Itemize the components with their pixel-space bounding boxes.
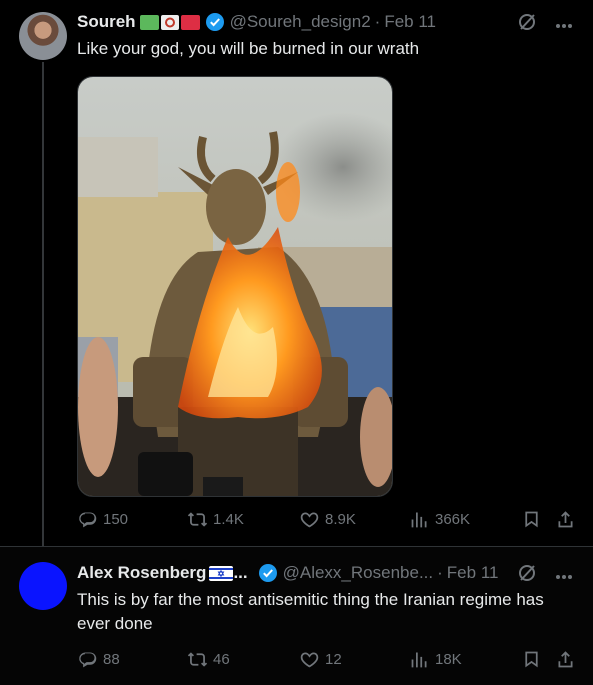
tweet-header: Soureh @Soureh_design2 · Feb 11 bbox=[77, 11, 436, 33]
views-button[interactable]: 18K bbox=[409, 649, 462, 670]
more-icon[interactable] bbox=[555, 16, 573, 34]
grok-icon[interactable] bbox=[517, 12, 537, 37]
reply-icon bbox=[79, 512, 97, 528]
flag-emoji-icons bbox=[139, 14, 201, 31]
repost-button[interactable]: 46 bbox=[187, 649, 230, 670]
bookmark-icon bbox=[525, 511, 538, 528]
grok-icon[interactable] bbox=[517, 563, 537, 588]
reply-button[interactable]: 150 bbox=[77, 509, 128, 530]
like-button[interactable]: 12 bbox=[299, 649, 342, 670]
bookmark-button[interactable] bbox=[521, 509, 542, 530]
author-handle[interactable]: @Alexx_Rosenbe... bbox=[283, 562, 434, 584]
tweet-text: This is by far the most antisemitic thin… bbox=[77, 590, 544, 633]
israel-flag-icon bbox=[209, 565, 234, 582]
author-handle[interactable]: @Soureh_design2 bbox=[230, 11, 371, 33]
views-count: 366K bbox=[435, 511, 471, 528]
separator-dot: · bbox=[437, 563, 443, 582]
repost-button[interactable]: 1.4K bbox=[187, 509, 244, 530]
bookmark-icon bbox=[525, 651, 538, 668]
reply-button[interactable]: 88 bbox=[77, 649, 120, 670]
like-button[interactable]: 8.9K bbox=[299, 509, 356, 530]
reply-icon bbox=[79, 652, 97, 668]
reply-count: 88 bbox=[103, 651, 120, 668]
repost-icon bbox=[187, 512, 208, 527]
like-count: 12 bbox=[325, 651, 342, 668]
tweet-top-icons bbox=[517, 12, 573, 37]
repost-count: 1.4K bbox=[213, 511, 244, 528]
views-count: 18K bbox=[435, 651, 462, 668]
tweet-date[interactable]: Feb 11 bbox=[384, 11, 436, 33]
repost-icon bbox=[187, 652, 208, 667]
avatar[interactable] bbox=[19, 12, 67, 60]
tweet-header: Alex Rosenberg ... @Alexx_Rosenbe... · F… bbox=[77, 562, 498, 584]
tweet-actions: 88 46 12 18K bbox=[77, 649, 577, 673]
tweet-actions: 150 1.4K 8.9K 366K bbox=[77, 509, 577, 533]
author-name[interactable]: Soureh bbox=[77, 11, 136, 33]
tweet-date[interactable]: Feb 11 bbox=[447, 562, 499, 584]
like-count: 8.9K bbox=[325, 511, 356, 528]
bookmark-button[interactable] bbox=[521, 649, 542, 670]
avatar[interactable] bbox=[19, 562, 67, 610]
reply-count: 150 bbox=[103, 511, 129, 528]
views-icon bbox=[411, 512, 427, 528]
tweet-top-icons bbox=[517, 563, 573, 588]
verified-badge-icon[interactable] bbox=[205, 12, 225, 32]
tweet-image[interactable] bbox=[77, 76, 393, 497]
author-name[interactable]: Alex Rosenberg bbox=[77, 562, 206, 584]
share-button[interactable] bbox=[555, 509, 576, 530]
share-icon bbox=[558, 651, 573, 668]
tweet-text: Like your god, you will be burned in our… bbox=[77, 39, 420, 58]
tweet-1[interactable]: Soureh @Soureh_design2 · Feb 11 Like you… bbox=[0, 0, 593, 546]
like-icon bbox=[300, 652, 319, 668]
more-icon[interactable] bbox=[555, 567, 573, 585]
separator-dot: · bbox=[374, 12, 381, 31]
share-icon bbox=[558, 511, 573, 528]
name-ellipsis: ... bbox=[233, 563, 248, 582]
tweet-2[interactable]: Alex Rosenberg ... @Alexx_Rosenbe... · F… bbox=[0, 546, 593, 685]
verified-badge-icon[interactable] bbox=[258, 563, 278, 583]
like-icon bbox=[300, 512, 319, 528]
views-button[interactable]: 366K bbox=[409, 509, 470, 530]
share-button[interactable] bbox=[555, 649, 576, 670]
views-icon bbox=[411, 652, 427, 668]
repost-count: 46 bbox=[213, 651, 230, 668]
